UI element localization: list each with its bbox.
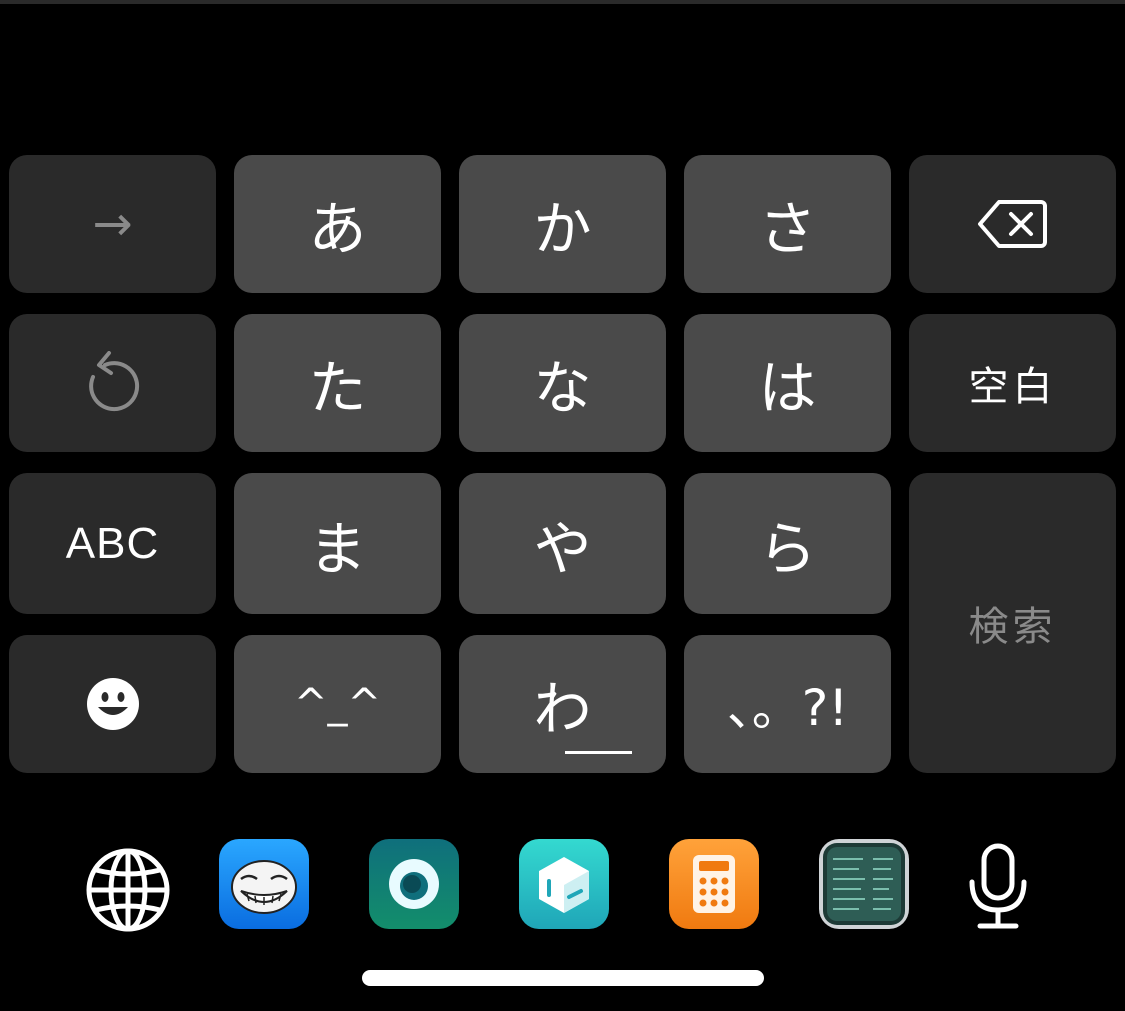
key-na[interactable]: な: [459, 314, 666, 452]
home-indicator[interactable]: [362, 970, 764, 986]
key-sa[interactable]: さ: [684, 155, 891, 293]
undo-icon: [88, 351, 139, 412]
wa-underline: [565, 751, 632, 754]
delete-icon: [977, 200, 1047, 248]
next-key[interactable]: →: [9, 155, 216, 293]
key-ya[interactable]: や: [459, 473, 666, 614]
kaomoji-key[interactable]: ^_^: [234, 635, 441, 773]
terminal-app-icon[interactable]: [819, 839, 909, 929]
search-key[interactable]: 検索: [909, 473, 1116, 773]
globe-icon[interactable]: [84, 846, 172, 934]
key-ra[interactable]: ら: [684, 473, 891, 614]
microphone-icon[interactable]: [960, 842, 1036, 932]
key-ha[interactable]: は: [684, 314, 891, 452]
circle-app-icon[interactable]: [369, 839, 459, 929]
key-ma[interactable]: ま: [234, 473, 441, 614]
key-ka[interactable]: か: [459, 155, 666, 293]
arrow-right-icon: →: [92, 196, 133, 252]
calculator-app-icon[interactable]: [669, 839, 759, 929]
emoji-key[interactable]: [9, 635, 216, 773]
emoji-icon: [86, 678, 139, 730]
key-ta[interactable]: た: [234, 314, 441, 452]
undo-key[interactable]: [9, 314, 216, 452]
punctuation-key[interactable]: 、。?!: [684, 635, 891, 773]
trollface-app-icon[interactable]: [219, 839, 309, 929]
key-a[interactable]: あ: [234, 155, 441, 293]
delete-key[interactable]: [909, 155, 1116, 293]
space-key[interactable]: 空白: [909, 314, 1116, 452]
top-divider: [0, 0, 1125, 4]
key-wa[interactable]: わ: [459, 635, 666, 773]
abc-key[interactable]: ABC: [9, 473, 216, 614]
cube-app-icon[interactable]: [519, 839, 609, 929]
